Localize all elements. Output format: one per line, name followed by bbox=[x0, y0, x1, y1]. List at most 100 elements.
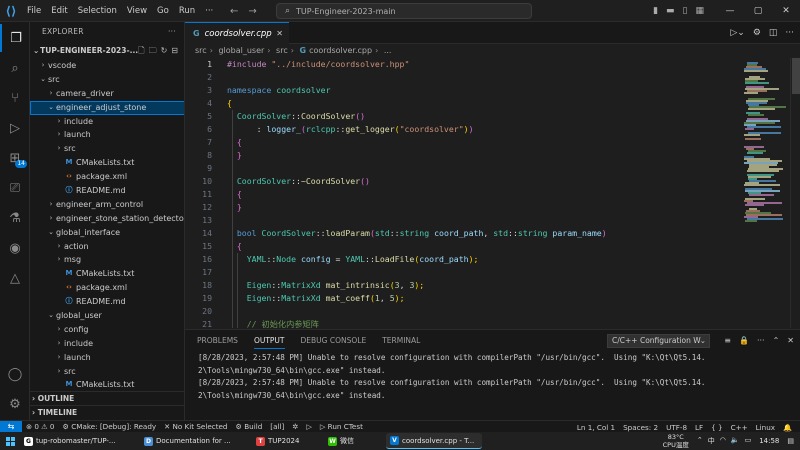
cpu-temp-widget[interactable]: 83°C CPU温度 bbox=[663, 433, 689, 449]
tree-item[interactable]: ⓘ README.md bbox=[30, 184, 184, 198]
tree-item[interactable]: M CMakeLists.txt bbox=[30, 267, 184, 281]
clock[interactable]: 14:58 bbox=[759, 437, 779, 445]
panel-tab-debug-console[interactable]: DEBUG CONSOLE bbox=[301, 336, 367, 345]
github-icon[interactable]: ◉ bbox=[0, 234, 30, 262]
accounts-icon[interactable]: ◯ bbox=[0, 360, 30, 388]
taskbar-app[interactable]: W 微信 bbox=[324, 433, 384, 449]
menu-view[interactable]: View bbox=[122, 0, 152, 22]
run-debug-file-icon[interactable]: ▷⌄ bbox=[730, 28, 744, 38]
remote-indicator-icon[interactable]: ⇆ bbox=[0, 420, 22, 433]
maximize-icon[interactable]: ▢ bbox=[744, 0, 772, 22]
tree-item[interactable]: › src bbox=[30, 142, 184, 156]
menu-file[interactable]: File bbox=[22, 0, 46, 22]
taskbar-app[interactable]: Vcoordsolver.cpp - T... bbox=[386, 433, 482, 449]
maximize-panel-icon[interactable]: ⌃ bbox=[773, 336, 780, 345]
new-file-icon[interactable]: 🗋 bbox=[138, 42, 144, 59]
tree-item[interactable]: ⌄ src bbox=[30, 73, 184, 87]
breadcrumb-symbol[interactable]: ... bbox=[384, 46, 392, 55]
tree-item[interactable]: › src bbox=[30, 365, 184, 379]
problems-status[interactable]: ⊗ 0 ⚠ 0 bbox=[22, 422, 58, 431]
build-target[interactable]: [all] bbox=[266, 422, 288, 431]
tree-item[interactable]: › include bbox=[30, 115, 184, 129]
settings-icon[interactable]: ⚙ bbox=[753, 28, 761, 38]
tree-item[interactable]: › include bbox=[30, 337, 184, 351]
menu-selection[interactable]: Selection bbox=[73, 0, 122, 22]
menu-run[interactable]: Run bbox=[174, 0, 200, 22]
cmake-status[interactable]: ⚙ CMake: [Debug]: Ready bbox=[58, 422, 160, 431]
source-control-icon[interactable]: ⑂ bbox=[0, 84, 30, 112]
platform[interactable]: Linux bbox=[752, 423, 779, 432]
menu-go[interactable]: Go bbox=[152, 0, 174, 22]
outline-section[interactable]: › OUTLINE bbox=[30, 391, 184, 405]
extensions-icon[interactable]: ⊞ 14 bbox=[0, 144, 30, 172]
build-button[interactable]: ⚙ Build bbox=[232, 422, 267, 431]
breadcrumb-src-2[interactable]: src bbox=[276, 46, 288, 55]
breadcrumb-src[interactable]: src bbox=[195, 46, 207, 55]
toggle-secondary-sidebar-icon[interactable]: ▯ bbox=[683, 6, 688, 16]
close-panel-icon[interactable]: ✕ bbox=[787, 336, 794, 345]
tree-item[interactable]: ⌄ global_user bbox=[30, 309, 184, 323]
scrollbar-thumb[interactable] bbox=[792, 58, 800, 94]
settings-gear-icon[interactable]: ⚙ bbox=[0, 390, 30, 418]
tree-item[interactable]: › engineer_arm_control bbox=[30, 198, 184, 212]
end-of-line[interactable]: LF bbox=[691, 423, 707, 432]
tree-item[interactable]: › vscode bbox=[30, 59, 184, 73]
tree-item[interactable]: ⌄ engineer_adjust_stone bbox=[30, 100, 184, 115]
refresh-icon[interactable]: ↻ bbox=[161, 42, 168, 59]
notification-center-icon[interactable]: ▤ bbox=[787, 437, 794, 445]
volume-icon[interactable]: 🔈 bbox=[731, 436, 740, 446]
tree-item[interactable]: ‹› package.xml bbox=[30, 281, 184, 295]
menu-more[interactable]: ··· bbox=[200, 0, 218, 22]
tree-item[interactable]: ⓘ README.md bbox=[30, 295, 184, 309]
breadcrumb-global-user[interactable]: global_user bbox=[218, 46, 264, 55]
indentation[interactable]: Spaces: 2 bbox=[619, 423, 662, 432]
tree-item[interactable]: ⌄ global_interface bbox=[30, 226, 184, 240]
taskbar-app[interactable]: T TUP2024 bbox=[252, 433, 322, 449]
breadcrumb-file[interactable]: coordsolver.cpp bbox=[309, 46, 372, 55]
cursor-position[interactable]: Ln 1, Col 1 bbox=[573, 423, 619, 432]
close-window-icon[interactable]: ✕ bbox=[772, 0, 800, 22]
more-panel-actions-icon[interactable]: ··· bbox=[757, 336, 765, 345]
close-tab-icon[interactable]: ✕ bbox=[276, 29, 283, 38]
run-ctest-button[interactable]: ▷ Run CTest bbox=[316, 422, 367, 431]
taskbar-app[interactable]: D Documentation for ... bbox=[140, 433, 250, 449]
tree-item[interactable]: › config bbox=[30, 323, 184, 337]
more-actions-icon[interactable]: ··· bbox=[168, 22, 176, 42]
command-center-search[interactable]: ⌕ TUP-Engineer-2023-main bbox=[276, 3, 532, 19]
testing-icon[interactable]: ⚗ bbox=[0, 204, 30, 232]
language-mode[interactable]: C++ bbox=[727, 423, 752, 432]
customize-layout-icon[interactable]: ▦ bbox=[695, 6, 704, 16]
minimize-icon[interactable]: — bbox=[716, 0, 744, 22]
output-channel-select[interactable]: C/C++ Configuration W ⌄ bbox=[607, 334, 710, 348]
panel-tab-terminal[interactable]: TERMINAL bbox=[382, 336, 420, 345]
tree-item[interactable]: › launch bbox=[30, 351, 184, 365]
tree-item[interactable]: › camera_driver bbox=[30, 87, 184, 101]
minimap[interactable] bbox=[740, 58, 788, 328]
tree-item[interactable]: › action bbox=[30, 240, 184, 254]
more-editor-actions-icon[interactable]: ··· bbox=[785, 28, 794, 38]
split-editor-icon[interactable]: ◫ bbox=[769, 28, 778, 38]
workspace-root[interactable]: ⌄ TUP-ENGINEER-2023-... 🗋 🗀 ↻ ⊟ bbox=[30, 42, 184, 59]
explorer-icon[interactable]: ❐ bbox=[0, 24, 30, 52]
collapse-all-icon[interactable]: ⊟ bbox=[171, 42, 178, 59]
kit-status[interactable]: ✕ No Kit Selected bbox=[160, 422, 231, 431]
chevron-up-icon[interactable]: ⌃ bbox=[697, 436, 703, 446]
search-activity-icon[interactable]: ⌕ bbox=[0, 54, 30, 82]
tree-item[interactable]: › launch bbox=[30, 128, 184, 142]
start-button[interactable] bbox=[0, 432, 20, 450]
battery-icon[interactable]: ▭ bbox=[745, 436, 752, 446]
editor-scrollbar[interactable] bbox=[790, 58, 800, 328]
menu-edit[interactable]: Edit bbox=[46, 0, 72, 22]
cmake-icon[interactable]: △ bbox=[0, 264, 30, 292]
new-folder-icon[interactable]: 🗀 bbox=[149, 42, 157, 59]
back-arrow-icon[interactable]: ← bbox=[230, 6, 238, 17]
wifi-icon[interactable]: ◠ bbox=[720, 436, 726, 446]
timeline-section[interactable]: › TIMELINE bbox=[30, 405, 184, 419]
taskbar-app[interactable]: Gtup-robomaster/TUP-... bbox=[20, 433, 138, 449]
remote-explorer-icon[interactable]: ⎚ bbox=[0, 174, 30, 202]
tree-item[interactable]: ‹› package.xml bbox=[30, 170, 184, 184]
tab-coordsolver[interactable]: G coordsolver.cpp ✕ bbox=[185, 22, 289, 44]
panel-tab-problems[interactable]: PROBLEMS bbox=[197, 336, 238, 345]
notifications-bell-icon[interactable]: 🔔 bbox=[779, 423, 796, 432]
debug-button-icon[interactable]: ✲ bbox=[288, 422, 302, 431]
